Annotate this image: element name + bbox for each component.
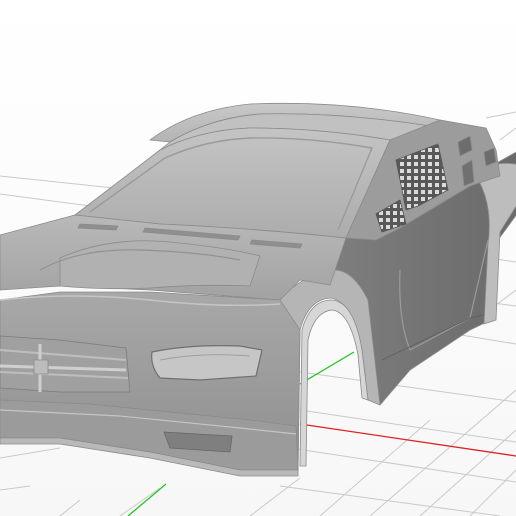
x-axis-line: [299, 423, 516, 457]
headlight-right: [151, 345, 263, 381]
viewport-canvas[interactable]: [0, 0, 516, 516]
3d-viewport[interactable]: [0, 0, 516, 516]
grille-badge: [33, 359, 49, 375]
car-body-model[interactable]: [0, 102, 516, 477]
y-axis-line: [127, 483, 167, 516]
